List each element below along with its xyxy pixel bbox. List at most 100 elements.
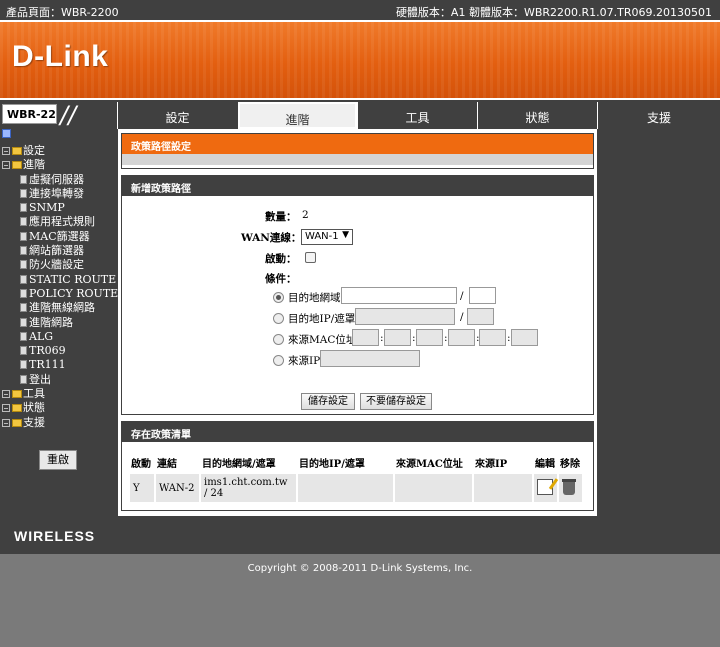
col-src-ip: 來源IP [475,459,508,470]
cell-remove [557,472,584,504]
slash-separator: / [460,290,464,302]
col-link: 連結 [157,459,177,470]
page-icon [20,374,27,384]
dest-domain-radio[interactable] [273,292,284,303]
section-title: 存在政策清單 [122,422,593,442]
page-icon [20,274,27,284]
cell-dest-domain: ims1.cht.com.tw / 24 [199,472,298,504]
enable-label: 啟動： [265,253,297,265]
tab-support[interactable]: 支援 [597,102,720,129]
expand-icon [2,390,10,399]
page-icon [20,346,27,356]
page-icon [20,217,27,227]
page-icon [20,331,27,341]
save-settings-button[interactable]: 儲存設定 [301,393,355,410]
reboot-button[interactable]: 重啟 [39,450,77,470]
sidebar-item-advanced-wireless[interactable]: 進階無線網路 [0,301,118,315]
dest-domain-mask-input[interactable] [469,287,496,304]
banner: D-Link [0,20,720,98]
expand-icon [2,147,10,155]
colon-separator: : [444,332,448,344]
section-title: 新增政策路徑 [122,176,593,196]
dest-ip-label: 目的地IP/遮罩 [288,313,356,325]
expand-icon [2,418,10,427]
main-nav: WBR-2200 // 設定 進階 工具 狀態 支援 [0,98,720,129]
dont-save-settings-button[interactable]: 不要儲存設定 [360,393,432,410]
sidebar-item-virtual-server[interactable]: 虛擬伺服器 [0,173,118,187]
product-page-label: 產品頁面：WBR-2200 [6,6,119,19]
sidebar-item-setup[interactable]: 設定 [0,144,118,158]
sidebar-item-tools[interactable]: 工具 [0,387,118,401]
right-column [597,129,720,516]
col-src-mac: 來源MAC位址 [396,459,463,470]
slash-separator: / [460,311,464,323]
sidebar-item-static-route[interactable]: STATIC ROUTE [0,273,118,287]
src-mac-octet-3[interactable] [416,329,443,346]
sidebar-tree: 設定 進階 虛擬伺服器 連接埠轉發 SNMP 應用程式規則 MAC篩選器 網站篩… [0,144,118,430]
sidebar-item-policy-route[interactable]: POLICY ROUTE [0,287,118,301]
sidebar-item-advanced[interactable]: 進階 [0,158,118,172]
cell-enable: Y [128,472,156,504]
cell-dest-ip [296,472,395,504]
edit-icon[interactable] [537,478,553,495]
colon-separator: : [507,332,511,344]
enable-checkbox[interactable] [305,252,316,263]
folder-icon [12,418,22,427]
tab-tools[interactable]: 工具 [357,102,477,129]
model-badge: WBR-2200 [2,104,57,124]
sidebar-item-alg[interactable]: ALG [0,330,118,344]
count-label: 數量： [265,211,297,223]
copyright: Copyright © 2008-2011 D-Link Systems, In… [247,563,473,574]
folder-icon [12,404,22,413]
condition-label: 條件： [265,273,297,285]
sidebar-item-port-forwarding[interactable]: 連接埠轉發 [0,187,118,201]
src-ip-radio[interactable] [273,355,284,366]
src-mac-octet-6[interactable] [511,329,538,346]
sidebar-item-support[interactable]: 支援 [0,416,118,430]
page-icon [20,188,27,198]
page-icon [20,246,27,256]
page-icon [20,303,27,313]
src-mac-octet-5[interactable] [479,329,506,346]
tab-setup[interactable]: 設定 [117,102,237,129]
section-title: 政策路徑設定 [122,134,593,154]
dest-domain-input[interactable] [341,287,457,304]
model-slashes-decoration: // [60,101,77,129]
sidebar-item-tr111[interactable]: TR111 [0,358,118,372]
src-mac-octet-2[interactable] [384,329,411,346]
sidebar-item-firewall[interactable]: 防火牆設定 [0,258,118,272]
sidebar-item-status[interactable]: 狀態 [0,401,118,415]
col-dest-ip: 目的地IP/遮罩 [299,459,365,470]
tab-status[interactable]: 狀態 [477,102,597,129]
sidebar-item-logout[interactable]: 登出 [0,373,118,387]
collapse-icon [2,161,10,170]
sidebar-item-snmp[interactable]: SNMP [0,201,118,215]
src-mac-octet-4[interactable] [448,329,475,346]
dest-ip-mask-input[interactable] [467,308,494,325]
colon-separator: : [380,332,384,344]
sidebar-item-advanced-network[interactable]: 進階網路 [0,316,118,330]
sidebar-item-tr069[interactable]: TR069 [0,344,118,358]
cell-edit [532,472,559,504]
col-enable: 啟動 [131,459,151,470]
sidebar-item-website-filter[interactable]: 網站篩選器 [0,244,118,258]
dlink-logo: D-Link [12,40,109,73]
src-mac-octet-1[interactable] [352,329,379,346]
sidebar-item-mac-filter[interactable]: MAC篩選器 [0,230,118,244]
table-header-row: 啟動 連結 目的地網域/遮罩 目的地IP/遮罩 來源MAC位址 來源IP 編輯 … [129,453,583,473]
dest-ip-radio[interactable] [273,313,284,324]
wan-connection-select[interactable]: WAN-1 ▼ [301,229,353,245]
add-policy-route-panel: 新增政策路徑 數量： 2 WAN連線： WAN-1 ▼ 啟動： 條件： 目的地網域… [121,175,594,415]
page-icon [20,360,27,370]
footer-bar: WIRELESS [0,516,720,554]
src-ip-input[interactable] [320,350,420,367]
col-dest-domain: 目的地網域/遮罩 [202,459,276,470]
tab-advanced[interactable]: 進階 [238,102,357,129]
col-remove: 移除 [560,459,580,470]
trash-icon[interactable] [562,478,576,495]
col-edit: 編輯 [535,459,555,470]
src-mac-radio[interactable] [273,334,284,345]
top-bar: 產品頁面：WBR-2200 硬體版本：A1 韌體版本：WBR2200.R1.07… [0,0,720,20]
sidebar-item-application-rules[interactable]: 應用程式規則 [0,215,118,229]
dest-ip-input[interactable] [355,308,455,325]
